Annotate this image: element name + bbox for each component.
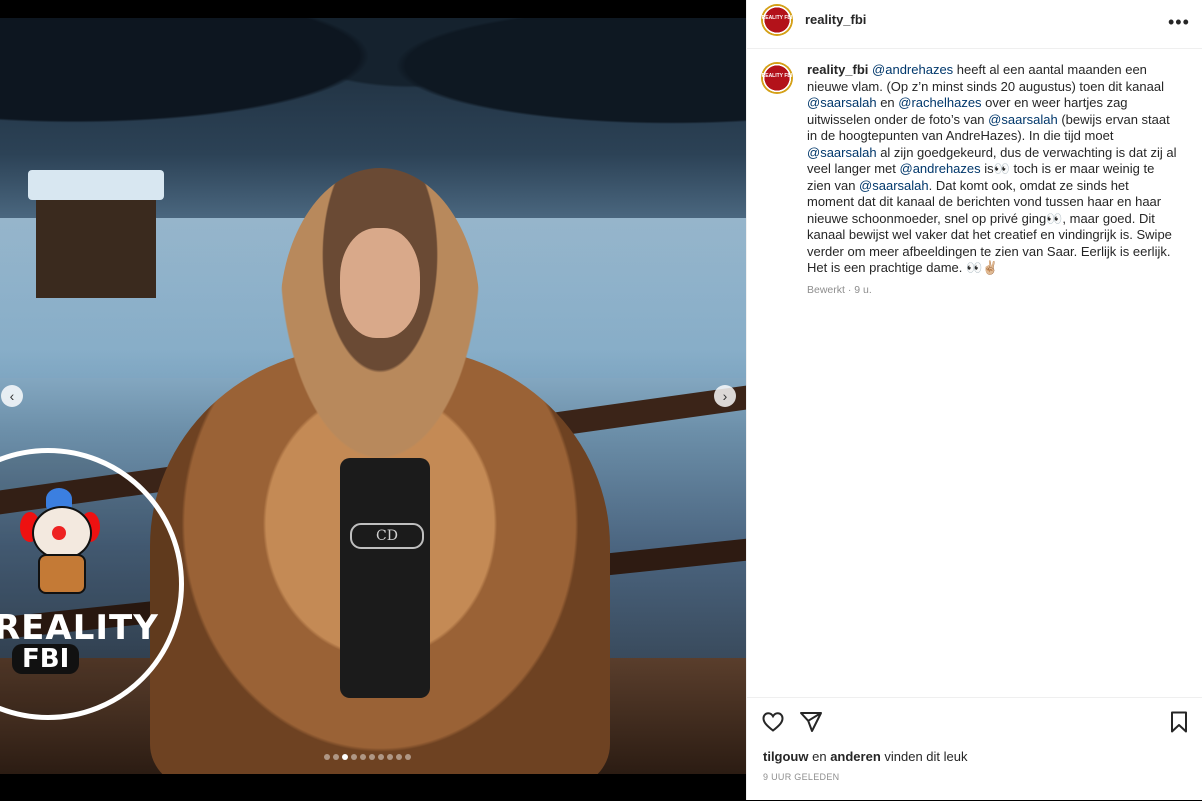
caption-avatar[interactable]: REALITY FBI [761,62,793,94]
watermark-text-line1: REALITY [0,608,159,648]
carousel-dot [405,754,411,760]
carousel-dot [369,754,375,760]
carousel-dot [387,754,393,760]
avatar-text: REALITY FBI [761,73,793,79]
caption-mention[interactable]: @rachelhazes [898,95,981,110]
caption-username[interactable]: reality_fbi [807,62,868,77]
post-side-panel: REALITY FBI reality_fbi ••• REALITY FBI … [746,0,1202,800]
more-options-icon[interactable]: ••• [1168,12,1190,33]
carousel-dot [351,754,357,760]
caption-meta: Bewerkt · 9 u. [807,284,872,296]
likes-summary: tilgouw en anderen vinden dit leuk [763,749,968,764]
carousel-dot [333,754,339,760]
author-avatar[interactable]: REALITY FBI [761,4,793,36]
carousel-dot [378,754,384,760]
author-username[interactable]: reality_fbi [805,12,866,27]
caption-body: @andrehazes heeft al een aantal maanden … [807,62,1176,275]
caption-mention[interactable]: @saarsalah [859,178,929,193]
liker-username[interactable]: tilgouw [763,749,809,764]
photo-hut [28,170,164,298]
carousel-next-button[interactable]: › [714,385,736,407]
carousel-prev-button[interactable]: ‹ [1,385,23,407]
photo-person: CD [150,148,610,774]
carousel-dot [324,754,330,760]
post-time-ago[interactable]: 9 UUR GELEDEN [763,772,839,782]
caption-mention[interactable]: @saarsalah [807,95,877,110]
face [340,228,420,338]
likes-suffix: vinden dit leuk [880,749,968,764]
watermark-text-line2: FBI [12,644,80,674]
post-header: REALITY FBI reality_fbi ••• [747,0,1202,49]
carousel-indicator [324,754,411,760]
send-icon[interactable] [799,710,823,734]
carousel-dot [396,754,402,760]
post-caption: reality_fbi @andrehazes heeft al een aan… [807,62,1179,277]
caption-mention[interactable]: @saarsalah [988,112,1058,127]
caption-mention[interactable]: @saarsalah [807,145,877,160]
post-media: CD REALITY FBI ‹ › [0,0,746,800]
avatar-text: REALITY FBI [761,15,793,21]
likes-connector: en [808,749,831,764]
carousel-dot [360,754,366,760]
belt-buckle: CD [350,523,424,549]
likes-others-link[interactable]: anderen [830,749,881,764]
dress [340,458,430,698]
caption-text: en [876,95,899,110]
clown-logo-icon [20,488,100,594]
carousel-dot [342,754,348,760]
post-actions: tilgouw en anderen vinden dit leuk 9 UUR… [747,697,1202,801]
caption-mention[interactable]: @andrehazes [900,161,981,176]
bookmark-icon[interactable] [1167,710,1191,734]
heart-icon[interactable] [761,710,785,734]
caption-mention[interactable]: @andrehazes [872,62,953,77]
